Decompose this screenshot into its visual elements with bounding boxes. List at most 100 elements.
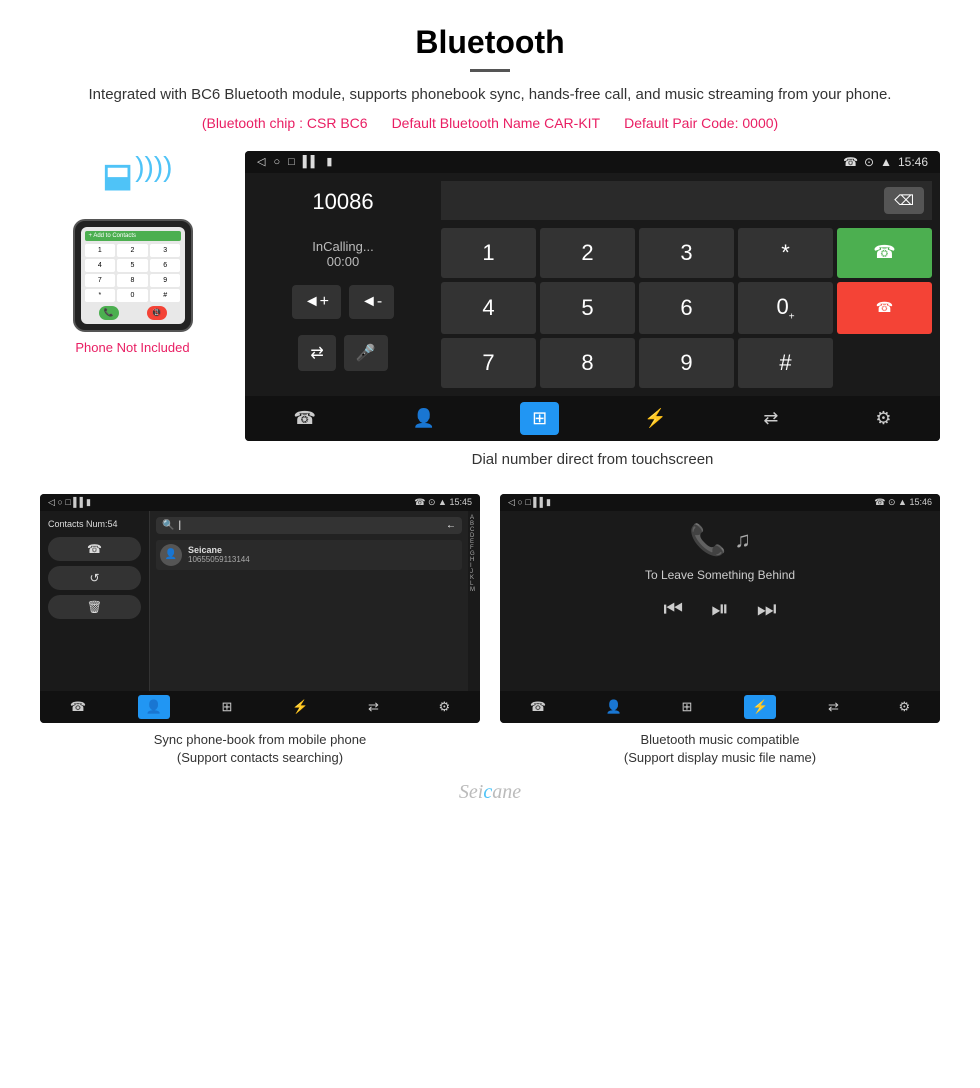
- pb-status-right: ☎ ⊙ ▲ 15:45: [414, 497, 472, 508]
- pb-alphabet-list: A B C D E F G H I J K L M: [468, 511, 480, 691]
- bluetooth-waves-icon: )))): [135, 151, 172, 183]
- key-8[interactable]: 8: [540, 338, 635, 388]
- phone-key: 0: [117, 289, 148, 302]
- music-nav-icons: ◁ ○ □ ▌▌▮: [508, 497, 551, 508]
- pb-contact-item[interactable]: 👤 Seicane 10655059113144: [156, 540, 462, 570]
- pb-contact-info: Seicane 10655059113144: [188, 545, 250, 564]
- music-bottom-keypad[interactable]: ⊞: [674, 695, 701, 719]
- contacts-num: Contacts Num:54: [48, 519, 141, 529]
- bluetooth-icon-area: ⬓ )))): [93, 151, 173, 211]
- key-7[interactable]: 7: [441, 338, 536, 388]
- page-title: Bluetooth: [60, 24, 920, 61]
- incalling-label: InCalling...: [253, 239, 433, 254]
- pb-bottom-keypad[interactable]: ⊞: [214, 695, 241, 719]
- call-timer: 00:00: [253, 254, 433, 269]
- music-bottom-phone[interactable]: ☎: [522, 695, 554, 719]
- key-star[interactable]: *: [738, 228, 833, 278]
- caption-music: Bluetooth music compatible (Support disp…: [500, 723, 940, 771]
- pb-avatar: 👤: [160, 544, 182, 566]
- pb-bottom-phone[interactable]: ☎: [62, 695, 94, 719]
- phone-key: 8: [117, 274, 148, 287]
- music-bottom-settings[interactable]: ⚙: [891, 695, 919, 719]
- pb-bottom-contacts[interactable]: 👤: [138, 695, 170, 719]
- key-1[interactable]: 1: [441, 228, 536, 278]
- transfer-button[interactable]: ⇄: [298, 335, 335, 371]
- phone-not-included-label: Phone Not Included: [75, 340, 189, 355]
- key-5[interactable]: 5: [540, 282, 635, 334]
- next-button[interactable]: ⏭: [757, 596, 777, 622]
- key-0plus[interactable]: 0+: [738, 282, 833, 334]
- music-icon-area: 📞 ♫: [689, 523, 751, 558]
- caption-music-line2: (Support display music file name): [500, 749, 940, 767]
- music-bottom-bar: ☎ 👤 ⊞ ⚡ ⇄ ⚙: [500, 691, 940, 723]
- play-pause-button[interactable]: ⏯: [711, 596, 729, 622]
- bottom-bluetooth-button[interactable]: ⚡: [632, 402, 678, 435]
- phone-screen: + Add to Contacts 1 2 3 4 5 6 7 8 9 * 0 …: [81, 227, 185, 324]
- caption-pb-line1: Sync phone-book from mobile phone: [40, 731, 480, 749]
- bottom-transfer-button[interactable]: ⇄: [751, 402, 790, 435]
- key-4[interactable]: 4: [441, 282, 536, 334]
- pb-bottom-transfer[interactable]: ⇄: [360, 695, 387, 719]
- music-phone-icon: 📞: [689, 523, 726, 558]
- phone-key: 5: [117, 259, 148, 272]
- music-status-right: ☎ ⊙ ▲ 15:46: [874, 497, 932, 508]
- watermark-text: Seicane: [459, 781, 521, 803]
- caption-music-line1: Bluetooth music compatible: [500, 731, 940, 749]
- music-bottom-transfer[interactable]: ⇄: [820, 695, 847, 719]
- phone-section: ⬓ )))) + Add to Contacts 1 2 3 4 5 6 7 8…: [40, 151, 225, 355]
- pb-delete-btn[interactable]: 🗑: [48, 595, 141, 619]
- nav-back-icon: ◁: [257, 155, 265, 168]
- phone-key: 4: [85, 259, 116, 272]
- signal-icon: ▌▌: [303, 156, 319, 168]
- vol-down-button[interactable]: ◄-: [349, 285, 394, 319]
- music-screen-wrap: ◁ ○ □ ▌▌▮ ☎ ⊙ ▲ 15:46 📞 ♫ To Leave Somet…: [500, 494, 940, 771]
- vol-up-button[interactable]: ◄+: [292, 285, 341, 319]
- dial-left: 10086 InCalling... 00:00 ◄+ ◄- ⇄ 🎤: [253, 181, 433, 388]
- title-divider: [470, 69, 510, 72]
- input-row: ⌫: [441, 181, 932, 220]
- phone-keypad: 1 2 3 4 5 6 7 8 9 * 0 #: [85, 244, 181, 302]
- phonebook-body: Contacts Num:54 ☎ ↺ 🗑 🔍 | ← 👤: [40, 511, 480, 691]
- bottom-phone-button[interactable]: ☎: [281, 402, 327, 435]
- bottom-settings-button[interactable]: ⚙: [863, 402, 903, 435]
- phone-key: #: [150, 289, 181, 302]
- phonebook-screen: ◁ ○ □ ▌▌▮ ☎ ⊙ ▲ 15:45 Contacts Num:54 ☎ …: [40, 494, 480, 723]
- mic-button[interactable]: 🎤: [344, 335, 388, 371]
- caption-phonebook: Sync phone-book from mobile phone (Suppo…: [40, 723, 480, 771]
- music-bottom-bt[interactable]: ⚡: [744, 695, 776, 719]
- pb-bottom-settings[interactable]: ⚙: [431, 695, 459, 719]
- chip-1: (Bluetooth chip : CSR BC6: [202, 115, 368, 131]
- status-time: 15:46: [898, 155, 928, 169]
- music-status-bar: ◁ ○ □ ▌▌▮ ☎ ⊙ ▲ 15:46: [500, 494, 940, 511]
- bottom-keypad-button[interactable]: ⊞: [520, 402, 559, 435]
- pb-refresh-btn[interactable]: ↺: [48, 566, 141, 590]
- wifi-status-icon: ▲: [880, 155, 892, 169]
- chip-3: Default Pair Code: 0000): [624, 115, 778, 131]
- bottom-contacts-button[interactable]: 👤: [401, 402, 447, 435]
- key-3[interactable]: 3: [639, 228, 734, 278]
- volume-buttons: ◄+ ◄-: [253, 285, 433, 319]
- car-status-right: ☎ ⊙ ▲ 15:46: [843, 155, 928, 169]
- pb-bottom-bt[interactable]: ⚡: [284, 695, 316, 719]
- end-call-button[interactable]: ☎: [837, 282, 932, 334]
- backspace-button[interactable]: ⌫: [884, 187, 924, 214]
- watermark: Seicane: [0, 771, 980, 814]
- caption-main: Dial number direct from touchscreen: [245, 441, 940, 484]
- nav-recents-icon: □: [288, 156, 295, 168]
- key-2[interactable]: 2: [540, 228, 635, 278]
- dial-area: 10086 InCalling... 00:00 ◄+ ◄- ⇄ 🎤: [245, 173, 940, 396]
- location-icon: ⊙: [864, 155, 874, 169]
- car-bottom-bar: ☎ 👤 ⊞ ⚡ ⇄ ⚙: [245, 396, 940, 441]
- key-6[interactable]: 6: [639, 282, 734, 334]
- bluetooth-symbol-icon: ⬓: [103, 156, 133, 194]
- phone-call-btn: 📞: [99, 306, 119, 320]
- call-button[interactable]: ☎: [837, 228, 932, 278]
- search-icon: 🔍: [162, 520, 174, 531]
- prev-button[interactable]: ⏮: [663, 596, 683, 622]
- music-bottom-contacts[interactable]: 👤: [598, 695, 630, 719]
- key-9[interactable]: 9: [639, 338, 734, 388]
- caption-pb-line2: (Support contacts searching): [40, 749, 480, 767]
- key-hash[interactable]: #: [738, 338, 833, 388]
- pb-call-btn[interactable]: ☎: [48, 537, 141, 561]
- phone-key: 2: [117, 244, 148, 257]
